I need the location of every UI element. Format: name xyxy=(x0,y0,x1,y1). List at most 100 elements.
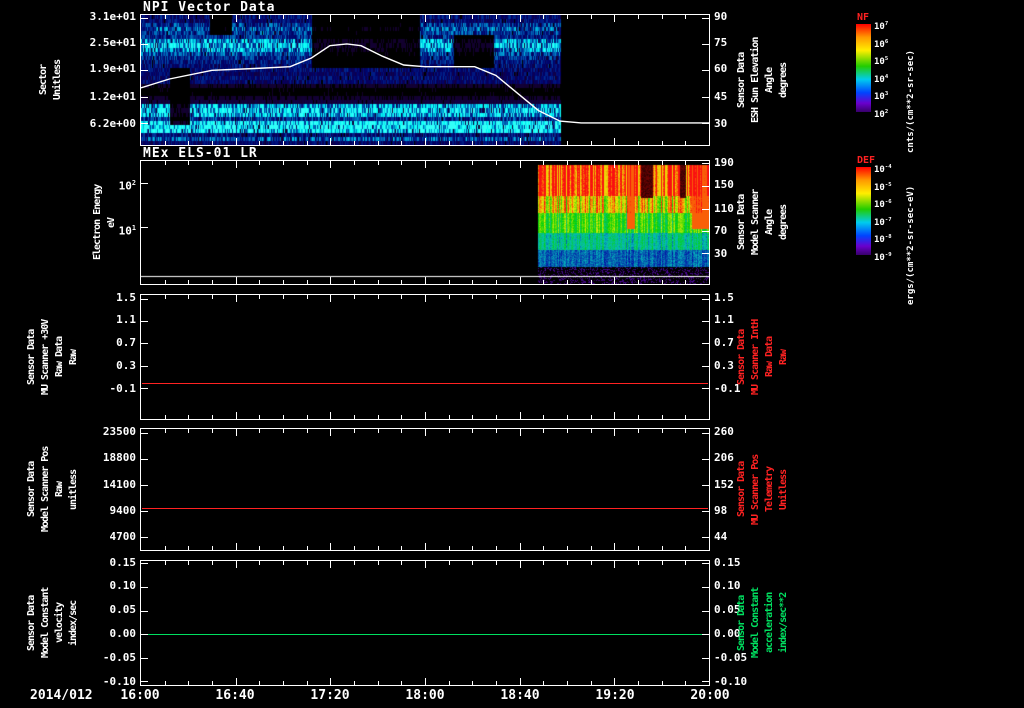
x-tick-mark xyxy=(520,561,521,568)
right-axis-label-3-line-2: Raw Data xyxy=(764,336,775,378)
x-tick-mark xyxy=(330,277,331,284)
x-tick-mark xyxy=(662,280,663,284)
exp-sup: -6 xyxy=(884,199,892,206)
right-axis-label-1: Sensor Data ESH Sun Elevation Angle degrees xyxy=(736,14,792,146)
x-tick-mark xyxy=(496,161,497,165)
y-tick-mark xyxy=(702,299,709,300)
x-tick-mark xyxy=(401,295,402,299)
right-axis-label-3-line-0: Sensor Data xyxy=(736,329,747,385)
x-tick-mark xyxy=(638,415,639,419)
x-tick-mark xyxy=(236,678,237,685)
x-tick-mark xyxy=(662,429,663,433)
x-tick-mark xyxy=(188,15,189,19)
right-axis-label-4: Sensor Data MU Scanner Pos Telemetry Unitle… xyxy=(736,428,792,551)
panel2-title: MEx ELS-01 LR xyxy=(143,146,258,161)
x-tick-mark xyxy=(425,429,426,436)
right-axis-label-4-line-3: Unitless xyxy=(778,469,789,510)
x-tick-mark xyxy=(259,295,260,299)
x-tick-mark xyxy=(307,161,308,165)
y-tick-mark xyxy=(141,388,148,389)
x-axis-tick-label: 20:00 xyxy=(690,688,730,703)
x-tick-mark xyxy=(212,15,213,19)
right-axis-label-5-line-1: Model Constant xyxy=(750,587,761,659)
x-tick-mark xyxy=(188,280,189,284)
left-axis-label-5-line-3: index/sec xyxy=(68,600,79,646)
x-tick-mark xyxy=(307,295,308,299)
x-tick-mark xyxy=(165,415,166,419)
right-axis-label-1-line-0: Sensor Data xyxy=(736,52,747,108)
x-tick-mark xyxy=(236,277,237,284)
x-tick-mark xyxy=(543,141,544,145)
x-tick-mark xyxy=(472,546,473,550)
y-tick-mark xyxy=(141,18,148,19)
x-tick-mark xyxy=(330,295,331,302)
x-tick-mark xyxy=(591,429,592,433)
y-tick-mark xyxy=(141,511,148,512)
x-tick-mark xyxy=(212,681,213,685)
y-tick-mark xyxy=(141,321,148,322)
x-axis-tick-label: 17:20 xyxy=(310,688,350,703)
x-tick-mark xyxy=(401,546,402,550)
right-axis-label-5-line-3: index/sec**2 xyxy=(778,592,789,654)
x-tick-mark xyxy=(307,546,308,550)
y-tick-mark xyxy=(702,433,709,434)
y-tick-mark xyxy=(702,209,709,210)
left-axis-label-3-line-2: Raw Data xyxy=(54,336,65,378)
y-tick-mark xyxy=(702,231,709,232)
exp-sup: -4 xyxy=(884,164,892,170)
y-tick-label: 6.2e+00 xyxy=(89,116,136,130)
x-tick-mark xyxy=(591,141,592,145)
x-tick-mark xyxy=(662,161,663,165)
left-axis-label-1: Sector Unitless xyxy=(38,14,66,146)
x-tick-mark xyxy=(520,412,521,419)
x-tick-mark xyxy=(378,141,379,145)
x-tick-mark xyxy=(685,15,686,19)
x-tick-mark xyxy=(259,429,260,433)
x-tick-mark xyxy=(354,546,355,550)
x-tick-mark xyxy=(236,161,237,168)
x-tick-mark xyxy=(165,429,166,433)
x-tick-mark xyxy=(449,561,450,565)
x-tick-mark xyxy=(188,295,189,299)
y-tick-mark xyxy=(702,537,709,538)
y-tick-mark xyxy=(141,433,148,434)
x-tick-mark xyxy=(259,280,260,284)
y-tick-mark xyxy=(702,253,709,254)
x-tick-mark xyxy=(236,429,237,436)
x-tick-mark xyxy=(165,141,166,145)
plot-panel-3 xyxy=(140,294,710,420)
x-tick-mark xyxy=(543,429,544,433)
x-tick-mark xyxy=(236,15,237,22)
right-axis-label-5: Sensor Data Model Constant acceleration ind… xyxy=(736,560,792,686)
x-tick-mark xyxy=(212,429,213,433)
left-axis-label-3-line-0: Sensor Data xyxy=(26,329,37,385)
series-line-5 xyxy=(142,634,708,635)
x-tick-mark xyxy=(685,561,686,565)
x-tick-mark xyxy=(591,415,592,419)
line-plot-area-3 xyxy=(141,295,709,419)
y-tick-mark xyxy=(702,681,709,682)
x-tick-mark xyxy=(212,561,213,565)
right-axis-label-4-line-2: Telemetry xyxy=(764,466,775,513)
left-axis-label-4: Sensor Data Model Scanner Pos Raw unitless xyxy=(26,428,82,551)
x-tick-mark xyxy=(307,141,308,145)
x-tick-mark xyxy=(354,429,355,433)
x-tick-mark xyxy=(520,295,521,302)
x-tick-mark xyxy=(212,280,213,284)
x-tick-mark xyxy=(330,561,331,568)
y-tick-mark xyxy=(141,44,148,45)
x-tick-mark xyxy=(472,141,473,145)
x-tick-mark xyxy=(638,15,639,19)
x-tick-mark xyxy=(614,429,615,436)
left-axis-label-2-line-1: eV xyxy=(106,217,117,228)
x-tick-mark xyxy=(472,295,473,299)
x-tick-mark xyxy=(472,561,473,565)
colorbar-nf-unit-label: cnts/(cm**2-sr-sec) xyxy=(906,50,916,154)
x-tick-mark xyxy=(591,280,592,284)
x-tick-mark xyxy=(212,141,213,145)
x-tick-mark xyxy=(567,429,568,433)
x-tick-mark xyxy=(401,415,402,419)
x-tick-mark xyxy=(283,546,284,550)
colorbar-tick-label: 102 xyxy=(874,107,904,120)
exp-sup: -9 xyxy=(884,252,892,258)
